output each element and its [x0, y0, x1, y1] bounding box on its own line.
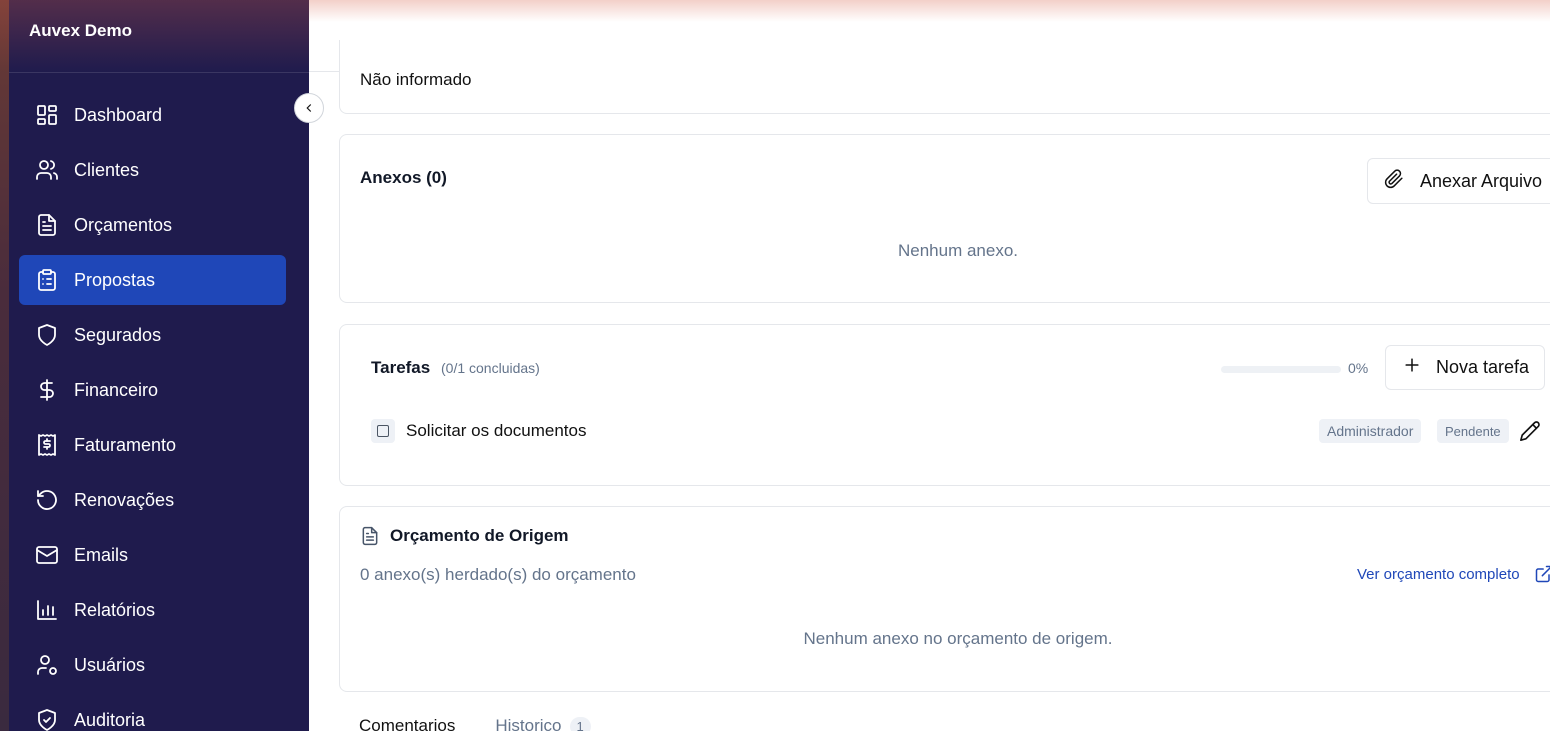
task-name: Solicitar os documentos	[406, 421, 587, 440]
tasks-summary: (0/1 concluidas)	[441, 360, 540, 376]
dollar-icon	[34, 377, 60, 403]
sidebar-item-label: Propostas	[74, 269, 156, 290]
sidebar-item-label: Orçamentos	[74, 214, 173, 235]
sidebar-item-segurados[interactable]: Segurados	[19, 310, 286, 360]
sidebar-item-orcamentos[interactable]: Orçamentos	[19, 200, 286, 250]
sidebar-item-usuarios[interactable]: Usuários	[19, 640, 286, 690]
sidebar-item-financeiro[interactable]: Financeiro	[19, 365, 286, 415]
brand-name: Auvex Demo	[29, 21, 132, 40]
attach-file-button[interactable]: Anexar Arquivo	[1367, 158, 1550, 204]
file-text-icon	[360, 526, 380, 551]
origin-budget-card: Orçamento de Origem 0 anexo(s) herdado(s…	[339, 506, 1550, 692]
tasks-progress-label: 0%	[1348, 360, 1369, 376]
info-value: Não informado	[360, 70, 472, 89]
sidebar-item-label: Financeiro	[74, 379, 159, 400]
mail-icon	[34, 542, 60, 568]
sidebar-item-label: Renovações	[74, 489, 175, 510]
tasks-title: Tarefas	[371, 358, 431, 377]
sidebar-item-propostas[interactable]: Propostas	[19, 255, 286, 305]
sidebar-item-renovacoes[interactable]: Renovações	[19, 475, 286, 525]
tab-comments[interactable]: Comentarios	[359, 716, 455, 731]
task-status-badge: Pendente	[1437, 419, 1509, 443]
receipt-icon	[34, 432, 60, 458]
sidebar-item-auditoria[interactable]: Auditoria	[19, 695, 286, 731]
attachments-title: Anexos (0)	[360, 168, 447, 187]
origin-budget-subtitle: 0 anexo(s) herdado(s) do orçamento	[360, 565, 636, 584]
document-icon	[34, 212, 60, 238]
external-link-icon[interactable]	[1534, 564, 1550, 589]
sidebar-item-clientes[interactable]: Clientes	[19, 145, 286, 195]
sidebar-item-emails[interactable]: Emails	[19, 530, 286, 580]
attach-file-label: Anexar Arquivo	[1420, 170, 1543, 191]
dashboard-icon	[34, 102, 60, 128]
sidebar-nav: Dashboard Clientes Orçamentos Propostas …	[19, 90, 286, 731]
attachments-empty-text: Nenhum anexo.	[897, 241, 1019, 260]
tasks-card: Tarefas (0/1 concluidas) 0% Nova tarefa …	[339, 324, 1550, 486]
tasks-progress-bar	[1221, 366, 1341, 373]
sidebar-item-faturamento[interactable]: Faturamento	[19, 420, 286, 470]
sidebar-item-label: Clientes	[74, 159, 140, 180]
plus-icon	[1402, 355, 1422, 380]
sidebar-divider	[9, 72, 309, 73]
bar-chart-icon	[34, 597, 60, 623]
attachments-card: Anexos (0) Anexar Arquivo Nenhum anexo.	[339, 134, 1550, 303]
new-task-button[interactable]: Nova tarefa	[1385, 345, 1545, 390]
tab-history[interactable]: Historico 1	[495, 716, 591, 731]
task-checkbox[interactable]	[371, 419, 395, 443]
pencil-icon	[1520, 421, 1540, 441]
task-row: Solicitar os documentos Administrador Pe…	[371, 419, 1550, 443]
tab-comments-label: Comentarios	[359, 716, 456, 731]
clipboard-list-icon	[34, 267, 60, 293]
sidebar-item-label: Emails	[74, 544, 129, 565]
shield-icon	[34, 322, 60, 348]
chevron-left-icon	[306, 104, 312, 112]
sidebar-item-label: Usuários	[74, 654, 146, 675]
comments-history-tabs: Comentarios Historico 1	[359, 716, 631, 731]
tab-history-label: Historico	[495, 716, 562, 731]
sidebar-item-label: Faturamento	[74, 434, 177, 455]
sidebar-item-label: Segurados	[74, 324, 162, 345]
user-cog-icon	[34, 652, 60, 678]
sidebar-item-label: Dashboard	[74, 104, 163, 125]
edit-task-button[interactable]	[1519, 420, 1541, 447]
shield-check-icon	[34, 707, 60, 731]
sidebar-item-label: Auditoria	[74, 709, 146, 730]
sidebar-item-label: Relatórios	[74, 599, 156, 620]
new-task-label: Nova tarefa	[1436, 357, 1530, 377]
sidebar-item-relatorios[interactable]: Relatórios	[19, 585, 286, 635]
sidebar-collapse-button[interactable]	[294, 93, 324, 123]
history-count-badge: 1	[569, 716, 591, 731]
checkbox-box-icon	[377, 425, 389, 437]
rotate-icon	[34, 487, 60, 513]
users-icon	[34, 157, 60, 183]
view-full-budget-link[interactable]: Ver orçamento completo	[1357, 566, 1520, 583]
info-card: Não informado	[339, 40, 1550, 114]
paperclip-icon	[1384, 168, 1404, 194]
origin-empty-text: Nenhum anexo no orçamento de origem.	[803, 629, 1113, 648]
sidebar: Auvex Demo Dashboard Clientes Orçamentos…	[0, 0, 309, 731]
task-assignee-badge: Administrador	[1319, 419, 1422, 443]
sidebar-item-dashboard[interactable]: Dashboard	[19, 90, 286, 140]
origin-budget-title: Orçamento de Origem	[390, 526, 569, 545]
